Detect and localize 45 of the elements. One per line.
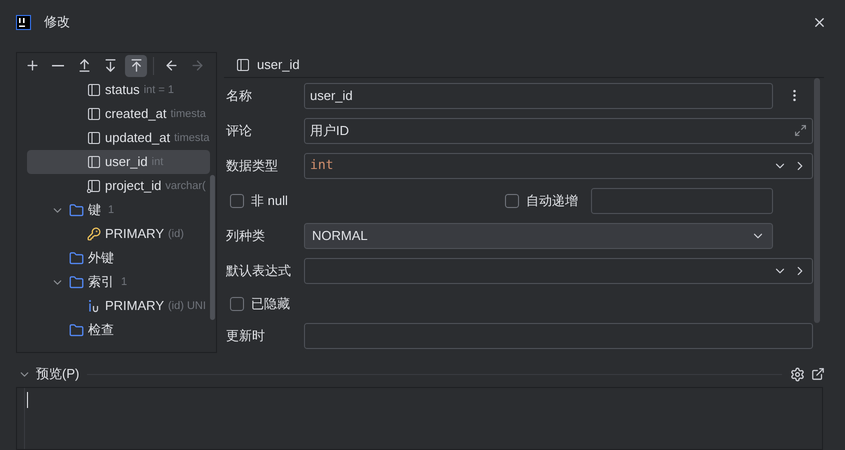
tree-item-label: 外键 <box>88 249 114 268</box>
item-count: 1 <box>121 274 128 290</box>
checkbox-label: 已隐藏 <box>251 294 290 313</box>
type-field[interactable]: int <box>304 152 813 178</box>
field-label: 评论 <box>226 122 253 140</box>
tree-item-label: PRIMARY <box>105 225 164 244</box>
tree-item[interactable]: 索引 1 <box>49 270 128 294</box>
field-label: 更新时 <box>226 326 266 345</box>
item-detail: (id) <box>168 226 184 242</box>
field-label: 名称 <box>226 86 253 105</box>
preview-title[interactable]: 预览(P) <box>36 364 80 384</box>
tree-item-label: created_at <box>105 105 166 124</box>
item-detail: int = 1 <box>144 82 174 98</box>
tree-item-label: user_id <box>105 153 148 172</box>
editor-title: user_id <box>257 56 300 74</box>
tree-item-label: updated_at <box>105 129 170 148</box>
field-label: 数据类型 <box>226 156 279 175</box>
tree-item[interactable]: 检查 <box>49 318 114 342</box>
kind-dropdown[interactable]: NORMAL <box>304 222 773 248</box>
tree-item-label: PRIMARY <box>105 297 164 316</box>
tree-item[interactable]: PRIMARY (id) <box>87 222 184 246</box>
name-field[interactable]: user_id <box>304 82 773 108</box>
tree-item[interactable]: created_at timesta <box>87 102 206 126</box>
tree-item-label: project_id <box>105 177 162 196</box>
tree-item[interactable]: 外键 <box>49 246 114 270</box>
item-count: 1 <box>108 202 114 218</box>
tree-item-label: status <box>105 81 140 100</box>
tree-item-label: 键 <box>88 201 101 220</box>
tree-item-label: 索引 <box>88 273 114 292</box>
comment-field[interactable]: 用户ID <box>304 118 813 144</box>
field-label: 列种类 <box>226 226 266 245</box>
tree-item-label: 检查 <box>88 321 114 340</box>
item-detail: timesta <box>174 130 210 146</box>
field-label: 默认表达式 <box>226 262 292 280</box>
tree-item[interactable]: updated_at timesta <box>87 126 210 150</box>
item-detail: (id) UNI <box>168 298 206 314</box>
tree-item[interactable]: status int = 1 <box>87 78 174 102</box>
item-detail: varchar( <box>165 178 206 194</box>
tree-item[interactable]: project_id varchar( <box>87 174 206 198</box>
checkbox-label: 自动递增 <box>526 192 578 210</box>
tree-item[interactable]: 键 1 <box>49 198 114 222</box>
window-title: 修改 <box>44 13 70 32</box>
item-detail: timesta <box>170 106 206 122</box>
tree-item[interactable]: PRIMARY (id) UNI <box>87 294 206 318</box>
checkbox-label: 非 null <box>251 192 288 210</box>
